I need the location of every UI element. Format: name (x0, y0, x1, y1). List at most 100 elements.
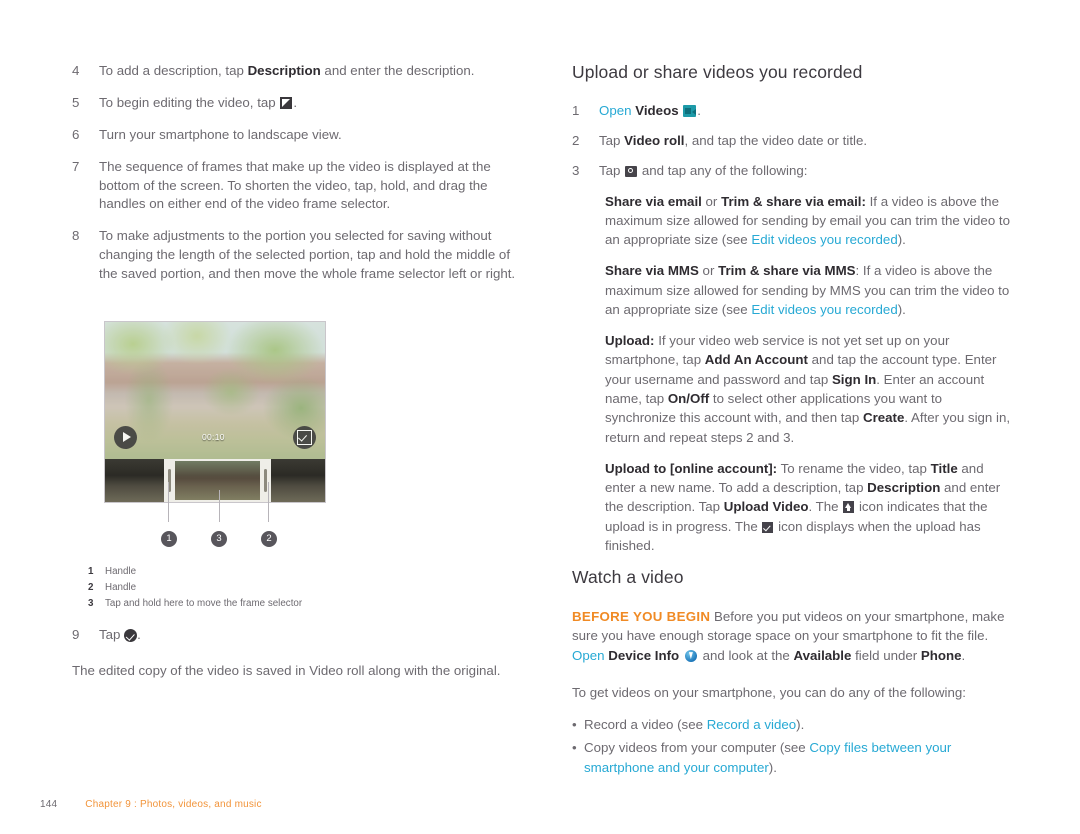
step-text: Tap . (99, 626, 532, 645)
document-page: 4 To add a description, tap Description … (0, 0, 1080, 834)
step-text: The sequence of frames that make up the … (99, 158, 491, 212)
option-term-2: Trim & share via MMS (718, 263, 856, 279)
step-8: 8 To make adjustments to the portion you… (72, 227, 532, 284)
step-number: 2 (572, 132, 580, 148)
open-link[interactable]: Open (572, 648, 605, 663)
legend-text: Tap and hold here to move the frame sele… (105, 597, 303, 609)
legend-text: Handle (105, 581, 137, 593)
film-strip[interactable] (105, 459, 325, 502)
confirm-button[interactable] (293, 426, 316, 449)
list-item: Record a video (see Record a video). (572, 715, 1012, 735)
callout-marker-3: 3 (211, 531, 227, 547)
option-conjunction: or (701, 193, 722, 209)
share-icon (625, 165, 638, 177)
legend-text: Handle (105, 566, 137, 577)
get-videos-intro: To get videos on your smartphone, you ca… (572, 684, 966, 700)
step-text: Tap Video roll, and tap the video date o… (599, 132, 1012, 151)
right-step-1: 1 Open Videos . (572, 102, 1012, 121)
upload-acct-bold-1: Title (930, 460, 958, 476)
step-number: 4 (72, 63, 80, 78)
option-term-2: Trim & share via email: (721, 193, 866, 209)
option-text-2: ). (897, 301, 906, 317)
upload-progress-icon (843, 501, 855, 514)
step-text-post: , and tap the video date or title. (684, 132, 868, 148)
step-number: 6 (72, 126, 80, 142)
device-info-icon (684, 649, 697, 662)
legend-number: 1 (88, 566, 94, 577)
step-text-pre: Tap (99, 627, 125, 642)
upload-acct-bold-2: Description (867, 480, 941, 496)
byb-text-4: . (961, 647, 966, 663)
byb-text-2: and look at the (698, 647, 794, 663)
open-link[interactable]: Open (599, 103, 632, 118)
step-5: 5 To begin editing the video, tap . (72, 94, 532, 113)
right-step-3: 3 Tap and tap any of the following: (572, 162, 1012, 181)
bullet-text-post: ). (796, 717, 805, 733)
step-bold-term: Video roll (624, 132, 685, 148)
step-text-pre: To begin editing the video, tap (99, 94, 280, 110)
step-text-post: . (697, 103, 701, 118)
callout-leader-1 (168, 482, 169, 522)
section-heading-watch: Watch a video (572, 567, 684, 588)
record-a-video-link[interactable]: Record a video (707, 717, 796, 732)
option-share-mms: Share via MMS or Trim & share via MMS: I… (572, 261, 1012, 319)
frame-handle-right[interactable] (260, 459, 271, 502)
legend-number: 2 (88, 581, 94, 593)
step-text-pre: Tap (599, 162, 625, 178)
step-4: 4 To add a description, tap Description … (72, 62, 532, 81)
frame-selector[interactable] (169, 459, 265, 502)
legend-number: 3 (88, 597, 94, 609)
bullet-text-post: ). (768, 759, 777, 775)
upload-bold-3: On/Off (667, 391, 710, 407)
edit-videos-link[interactable]: Edit videos you recorded (751, 302, 897, 317)
left-column: 4 To add a description, tap Description … (72, 62, 532, 297)
step-9-container: 9 Tap . (72, 626, 532, 645)
frame-handle-left[interactable] (164, 459, 175, 502)
bullet-text-pre: Copy videos from your computer (see (584, 740, 810, 756)
byb-bold-3: Phone (920, 647, 962, 663)
edit-icon (280, 96, 293, 109)
step-number: 8 (72, 228, 80, 244)
step-text: To begin editing the video, tap . (99, 94, 532, 113)
list-item: Copy videos from your computer (see Copy… (572, 738, 1012, 777)
byb-bold-2: Available (793, 647, 852, 663)
closing-note: The edited copy of the video is saved in… (72, 663, 501, 678)
step-text-pre: To add a description, tap (99, 63, 248, 78)
option-term-1: Share via MMS (605, 263, 699, 279)
upload-bold-4: Create (862, 410, 905, 426)
right-column: Upload or share videos you recorded 1 Op… (572, 62, 1012, 781)
section-heading-upload: Upload or share videos you recorded (572, 62, 863, 82)
step-number: 9 (72, 627, 80, 642)
get-videos-list: Record a video (see Record a video). Cop… (572, 715, 1012, 777)
before-you-begin-note: BEFORE YOU BEGIN Before you put videos o… (572, 607, 1012, 665)
play-button[interactable] (114, 426, 137, 449)
check-icon (124, 629, 138, 642)
videos-app-icon (683, 105, 697, 117)
step-6: 6 Turn your smartphone to landscape view… (72, 126, 532, 145)
step-number: 3 (572, 162, 580, 178)
legend-item: 1 Handle (88, 564, 468, 580)
callout-marker-2: 2 (261, 531, 277, 547)
step-text-post: and enter the description. (320, 63, 475, 78)
option-upload-to-account: Upload to [online account]: To rename th… (572, 459, 1012, 555)
step-9: 9 Tap . (72, 626, 532, 645)
step-text-post: . (137, 627, 141, 642)
option-upload: Upload: If your video web service is not… (572, 331, 1012, 447)
chapter-label: Chapter 9 : Photos, videos, and music (85, 799, 262, 810)
step-number: 5 (72, 94, 80, 110)
option-term-1: Share via email (605, 193, 702, 209)
option-conjunction: or (698, 263, 719, 279)
edit-videos-link[interactable]: Edit videos you recorded (751, 232, 897, 247)
step-number: 7 (72, 158, 80, 174)
upload-bold-1: Add An Account (704, 352, 808, 368)
step-text: To make adjustments to the portion you s… (99, 228, 516, 281)
step-text-pre: Tap (599, 132, 625, 148)
option-share-email: Share via email or Trim & share via emai… (572, 192, 1012, 250)
option-text-2: ). (897, 232, 906, 248)
app-name: Videos (635, 103, 679, 118)
step-number: 1 (572, 103, 580, 118)
step-text: Turn your smartphone to landscape view. (99, 126, 342, 142)
upload-acct-text-1: To rename the video, tap (777, 460, 931, 476)
step-text-post: and tap any of the following: (638, 162, 808, 178)
video-editor-screenshot: 00:10 (104, 321, 326, 503)
